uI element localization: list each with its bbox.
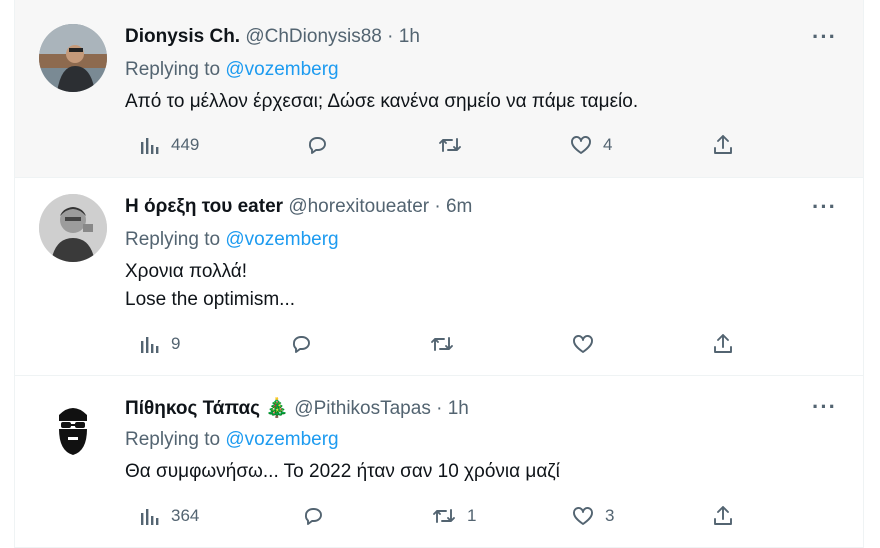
tweet-reply[interactable]: Dionysis Ch. @ChDionysis88 · 1h ··· Repl…	[15, 0, 863, 178]
views-button[interactable]: 449	[139, 131, 199, 159]
heart-icon	[571, 332, 595, 356]
tweet-header: Πίθηκος Τάπας 🎄 @PithikosTapas · 1h	[125, 396, 469, 420]
avatar[interactable]	[39, 24, 107, 92]
mention-link[interactable]: @vozemberg	[225, 59, 338, 80]
separator-dot: ·	[434, 196, 441, 217]
replying-to: Replying to @vozemberg	[125, 59, 339, 81]
reply-bubble-icon	[289, 332, 313, 356]
like-button[interactable]	[571, 330, 605, 358]
christmas-tree-emoji: 🎄	[265, 398, 290, 419]
share-upload-icon	[711, 133, 735, 157]
display-name[interactable]: Πίθηκος Τάπας	[125, 398, 260, 419]
share-button[interactable]	[711, 502, 735, 530]
replying-to: Replying to @vozemberg	[125, 429, 339, 451]
tweet-text-line: Χρονια πολλά!	[125, 261, 248, 282]
views-count: 449	[171, 135, 200, 154]
tweet-actions: 364 1 3	[125, 502, 732, 530]
user-handle[interactable]: @PithikosTapas	[294, 398, 431, 419]
user-handle[interactable]: @horexitoueater	[288, 196, 429, 217]
mention-link[interactable]: @vozemberg	[225, 429, 338, 450]
share-upload-icon	[711, 504, 735, 528]
views-button[interactable]: 364	[139, 502, 199, 530]
views-count: 364	[171, 506, 200, 525]
tweet-text: Θα συμφωνήσω... Το 2022 ήταν σαν 10 χρόν…	[125, 458, 560, 486]
retweet-button[interactable]: 1	[431, 502, 476, 530]
views-button[interactable]: 9	[139, 330, 180, 358]
retweet-icon	[437, 133, 463, 157]
timestamp[interactable]: 6m	[446, 196, 472, 217]
display-name[interactable]: Dionysis Ch.	[125, 26, 240, 47]
retweet-button[interactable]	[437, 131, 473, 159]
reply-button[interactable]	[305, 131, 339, 159]
replies-feed: Dionysis Ch. @ChDionysis88 · 1h ··· Repl…	[14, 0, 864, 548]
share-button[interactable]	[711, 330, 735, 358]
user-handle[interactable]: @ChDionysis88	[245, 26, 382, 47]
share-button[interactable]	[711, 131, 735, 159]
tweet-reply[interactable]: Πίθηκος Τάπας 🎄 @PithikosTapas · 1h ··· …	[15, 376, 863, 548]
mention-link[interactable]: @vozemberg	[225, 229, 338, 250]
replying-prefix: Replying to	[125, 429, 221, 450]
views-chart-icon	[139, 134, 161, 156]
avatar[interactable]	[39, 194, 107, 262]
tweet-header: Η όρεξη του eater @horexitoueater · 6m	[125, 196, 472, 218]
retweet-count: 1	[467, 506, 477, 525]
tweet-actions: 9	[125, 330, 732, 358]
heart-icon	[569, 133, 593, 157]
retweet-icon	[429, 332, 455, 356]
like-button[interactable]: 4	[569, 131, 612, 159]
timestamp[interactable]: 1h	[448, 398, 469, 419]
heart-icon	[571, 504, 595, 528]
share-upload-icon	[711, 332, 735, 356]
like-count: 4	[603, 135, 613, 154]
reply-bubble-icon	[305, 133, 329, 157]
separator-dot: ·	[436, 398, 443, 419]
avatar[interactable]	[39, 393, 107, 461]
reply-button[interactable]	[301, 502, 335, 530]
tweet-text: Χρονια πολλά! Lose the optimism...	[125, 258, 295, 314]
views-chart-icon	[139, 333, 161, 355]
views-count: 9	[171, 334, 181, 353]
reply-bubble-icon	[301, 504, 325, 528]
tweet-actions: 449 4	[125, 131, 732, 159]
tweet-text: Από το μέλλον έρχεσαι; Δώσε κανένα σημεί…	[125, 88, 638, 116]
retweet-button[interactable]	[429, 330, 465, 358]
replying-prefix: Replying to	[125, 229, 221, 250]
timestamp[interactable]: 1h	[399, 26, 420, 47]
replying-to: Replying to @vozemberg	[125, 229, 339, 251]
more-dots-icon[interactable]: ···	[812, 394, 837, 420]
tweet-reply[interactable]: Η όρεξη του eater @horexitoueater · 6m ·…	[15, 178, 863, 376]
tweet-text-line: Θα συμφωνήσω... Το 2022 ήταν σαν 10 χρόν…	[125, 461, 560, 482]
tweet-header: Dionysis Ch. @ChDionysis88 · 1h	[125, 26, 420, 48]
like-button[interactable]: 3	[571, 502, 614, 530]
like-count: 3	[605, 506, 615, 525]
separator-dot: ·	[387, 26, 394, 47]
reply-button[interactable]	[289, 330, 323, 358]
tweet-text-line: Από το μέλλον έρχεσαι; Δώσε κανένα σημεί…	[125, 91, 639, 112]
replying-prefix: Replying to	[125, 59, 221, 80]
display-name[interactable]: Η όρεξη του eater	[125, 196, 283, 217]
more-dots-icon[interactable]: ···	[812, 194, 837, 220]
more-dots-icon[interactable]: ···	[812, 24, 837, 50]
views-chart-icon	[139, 505, 161, 527]
retweet-icon	[431, 504, 457, 528]
tweet-text-line: Lose the optimism...	[125, 289, 296, 310]
